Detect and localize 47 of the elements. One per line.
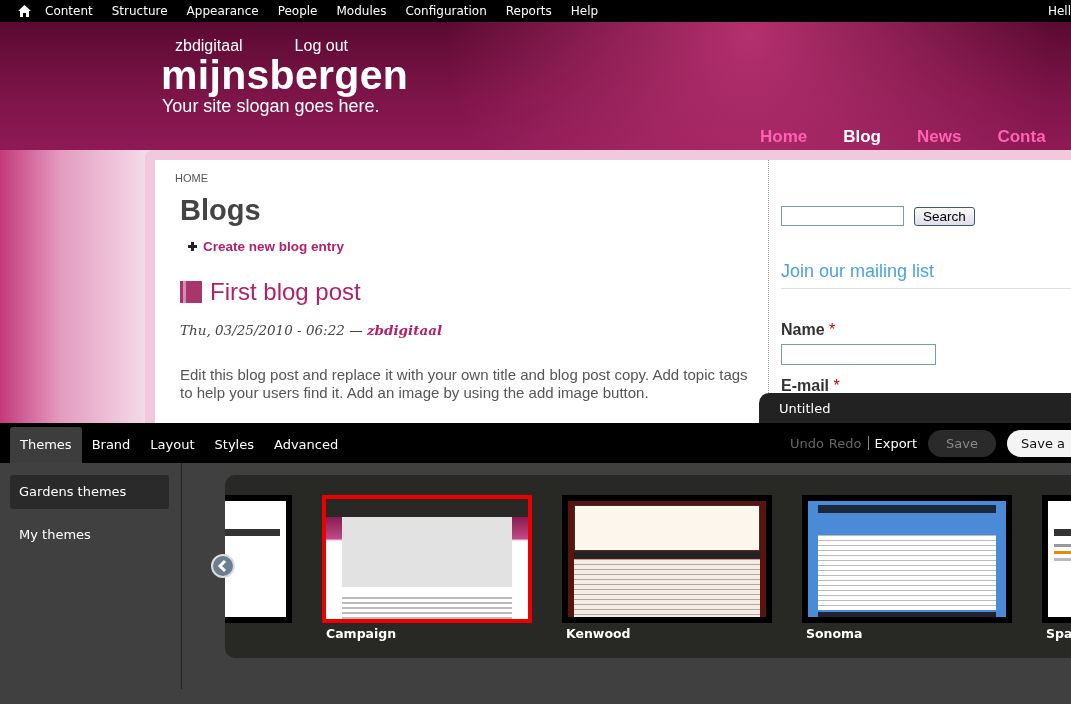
- post-meta: Thu, 03/25/2010 - 06:22 — zbdigitaal: [180, 322, 444, 338]
- admin-menu-item[interactable]: Reports: [505, 4, 552, 18]
- home-icon[interactable]: [18, 5, 31, 17]
- editor-tab[interactable]: Brand: [81, 427, 141, 463]
- mailing-list-title: Join our mailing list: [781, 261, 1071, 289]
- editor-tab[interactable]: Themes: [10, 427, 82, 463]
- admin-menu-item[interactable]: People: [277, 4, 318, 18]
- editor-tab[interactable]: Styles: [204, 427, 264, 463]
- site-name[interactable]: mijnsbergen: [161, 55, 1071, 95]
- theme-name: Sonoma: [806, 626, 864, 641]
- admin-menu-item[interactable]: Configuration: [405, 4, 487, 18]
- admin-menu-item[interactable]: Content: [45, 4, 93, 18]
- save-button[interactable]: Save a: [1007, 429, 1071, 457]
- category-item[interactable]: My themes: [10, 518, 169, 552]
- theme-name: Kenwood: [566, 626, 632, 641]
- nav-link[interactable]: Blog: [843, 127, 881, 147]
- site-slogan: Your site slogan goes here.: [162, 96, 380, 117]
- author-link[interactable]: zbdigitaal: [366, 322, 443, 338]
- page-title: Blogs: [180, 194, 262, 227]
- theme-preview-drawing[interactable]: [322, 495, 532, 623]
- theme-preview-drawing[interactable]: [562, 495, 772, 623]
- search-field[interactable]: [781, 206, 904, 226]
- theme-name: Campaign: [326, 626, 398, 641]
- editor-tab[interactable]: Advanced: [264, 427, 349, 463]
- admin-menu-item[interactable]: Appearance: [186, 4, 259, 18]
- theme-name: Spa: [1046, 626, 1071, 641]
- export-link[interactable]: Export: [874, 435, 918, 451]
- admin-menu-item[interactable]: Structure: [111, 4, 168, 18]
- post-body: Edit this blog post and replace it with your own title and blog post copy. Add topic tags to help your users find it. Add an image by using the add image button.: [180, 366, 749, 402]
- theme-preview-drawing[interactable]: [802, 495, 1012, 623]
- post-icon: [180, 281, 202, 303]
- create-blog-link[interactable]: Create new blog entry: [203, 239, 345, 254]
- user-link[interactable]: zbdigitaal: [175, 37, 243, 55]
- user-link[interactable]: Log out: [294, 37, 348, 55]
- category-item[interactable]: Gardens themes: [10, 475, 169, 509]
- post-title-link[interactable]: First blog post: [210, 278, 361, 306]
- field-label: Name *: [781, 321, 837, 339]
- plus-icon: [188, 242, 197, 251]
- breadcrumb-link[interactable]: HOME: [175, 172, 765, 184]
- document-tab[interactable]: Untitled: [759, 393, 1071, 423]
- greeting-text: Hell: [1047, 4, 1071, 18]
- editor-tab[interactable]: Layout: [140, 427, 205, 463]
- admin-menu-item[interactable]: Modules: [336, 4, 387, 18]
- admin-menu-item[interactable]: Help: [570, 4, 599, 18]
- search-button[interactable]: Search: [914, 206, 975, 226]
- input-field[interactable]: [781, 344, 936, 365]
- field-label: E-mail *: [781, 377, 841, 395]
